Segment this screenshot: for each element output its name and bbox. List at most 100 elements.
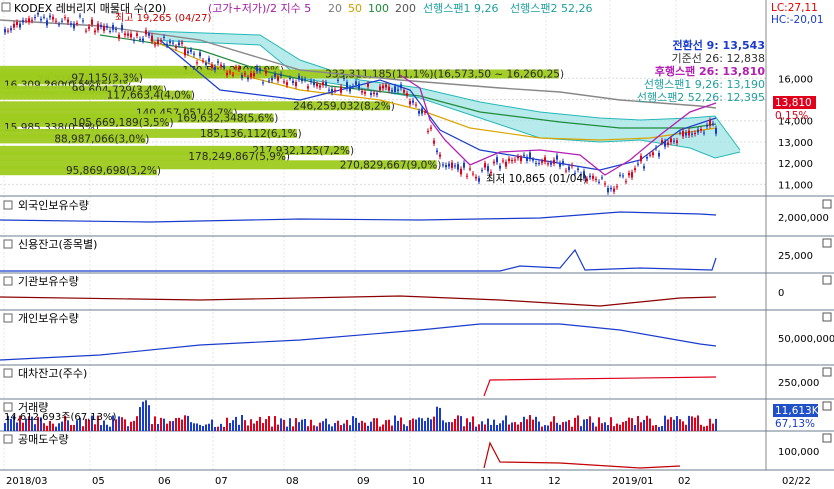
candle-body [532, 159, 534, 161]
volume-bar [715, 418, 717, 431]
volume-bar [595, 426, 597, 431]
chart-canvas: 170,508,240(5,9%)333,311,185(11,1%)(16,5… [0, 0, 834, 489]
volume-bar [610, 417, 612, 431]
volume-bar [619, 424, 621, 431]
candle-body [283, 81, 285, 83]
candle-body [88, 26, 90, 29]
candle-body [316, 83, 318, 87]
candle-body [313, 81, 315, 86]
volume-bar [337, 420, 339, 431]
volume-bar [412, 418, 414, 431]
candle-body [43, 16, 45, 18]
pane-close-5 [822, 401, 832, 411]
volume-bar [100, 425, 102, 431]
candle-body [28, 18, 30, 23]
candle-body [418, 110, 420, 114]
volume-bar [304, 419, 306, 431]
span2-label: 선행스팬2 52,26 [510, 2, 592, 15]
volume-bar [433, 416, 435, 431]
volume-bar [706, 425, 708, 431]
candle-body [223, 65, 225, 69]
candle-body [145, 30, 147, 35]
volume-bar [676, 416, 678, 431]
pane-toggle-1 [3, 239, 13, 249]
candle-body [211, 64, 213, 69]
candle-body [409, 101, 411, 105]
volume-bar [271, 426, 273, 431]
volume-bar [421, 418, 423, 431]
volume-bar [292, 426, 294, 431]
volume-bar [547, 425, 549, 431]
volume-bar [472, 416, 474, 431]
pane-close-0 [822, 199, 832, 209]
candle-body [286, 82, 288, 86]
candle-body [64, 17, 66, 19]
candle-body [400, 84, 402, 89]
candle-body [412, 100, 414, 103]
volume-bar [16, 422, 18, 431]
volume-note: 14,612,693주(67,13%) [4, 412, 116, 423]
volume-bar [475, 426, 477, 431]
pane-toggle-2 [3, 276, 13, 286]
candle-body [640, 155, 642, 162]
candle-body [184, 48, 186, 56]
candle-body [541, 161, 543, 163]
candle-body [697, 129, 699, 133]
candle-body [406, 93, 408, 96]
candle-body [160, 40, 162, 42]
pane-title-3: 개인보유수량 [18, 312, 79, 325]
candle-body [622, 175, 624, 177]
candle-body [220, 64, 222, 66]
candle-body [469, 168, 471, 170]
volume-bar [295, 418, 297, 431]
pane-title-0: 외국인보유수량 [18, 199, 89, 212]
candle-body [235, 67, 237, 69]
candle-body [142, 38, 144, 41]
volume-bar [202, 426, 204, 431]
candle-body [484, 163, 486, 168]
volume-bar [250, 419, 252, 431]
volume-bar [550, 421, 552, 431]
x-tick-2: 06 [158, 476, 171, 487]
candle-body [631, 172, 633, 178]
candle-body [427, 130, 429, 132]
pane-toggle-4 [3, 368, 13, 378]
collapse-toggle[interactable] [1, 2, 11, 12]
candle-body [472, 173, 474, 175]
profile-label-9: 169,632,348(5,6%) [177, 113, 279, 125]
volume-bar [553, 416, 555, 431]
candle-body [298, 75, 300, 80]
candle-body [238, 67, 240, 70]
candle-body [538, 163, 540, 165]
volume-bar [136, 416, 138, 431]
x-tick-4: 08 [286, 476, 299, 487]
candle-body [634, 168, 636, 171]
candle-body [334, 89, 336, 91]
candle-body [394, 86, 396, 92]
pane-tick-0: 2,000,000 [778, 213, 829, 224]
volume-bar [166, 423, 168, 431]
x-tick-0: 2018/03 [6, 476, 48, 487]
volume-bar [121, 417, 123, 431]
volume-bar [319, 422, 321, 431]
candle-body [226, 72, 228, 76]
pane-close-3 [822, 312, 832, 322]
volume-badge-text: 11,613K [775, 405, 820, 417]
candle-body [553, 159, 555, 164]
candle-body [67, 19, 69, 23]
volume-bar [442, 420, 444, 431]
profile-label-7: 246,259,032(8,2%) [293, 100, 395, 112]
volume-bar [463, 426, 465, 431]
volume-bar [520, 422, 522, 431]
pane-tick-1: 25,000 [778, 251, 813, 262]
volume-bar [283, 419, 285, 431]
candle-body [70, 23, 72, 25]
x-tick-5: 09 [357, 476, 370, 487]
volume-bar [55, 426, 57, 431]
candle-body [271, 78, 273, 81]
volume-bar [325, 418, 327, 431]
candle-body [61, 20, 63, 22]
candle-body [595, 178, 597, 180]
candle-body [481, 170, 483, 172]
volume-bar [223, 426, 225, 431]
